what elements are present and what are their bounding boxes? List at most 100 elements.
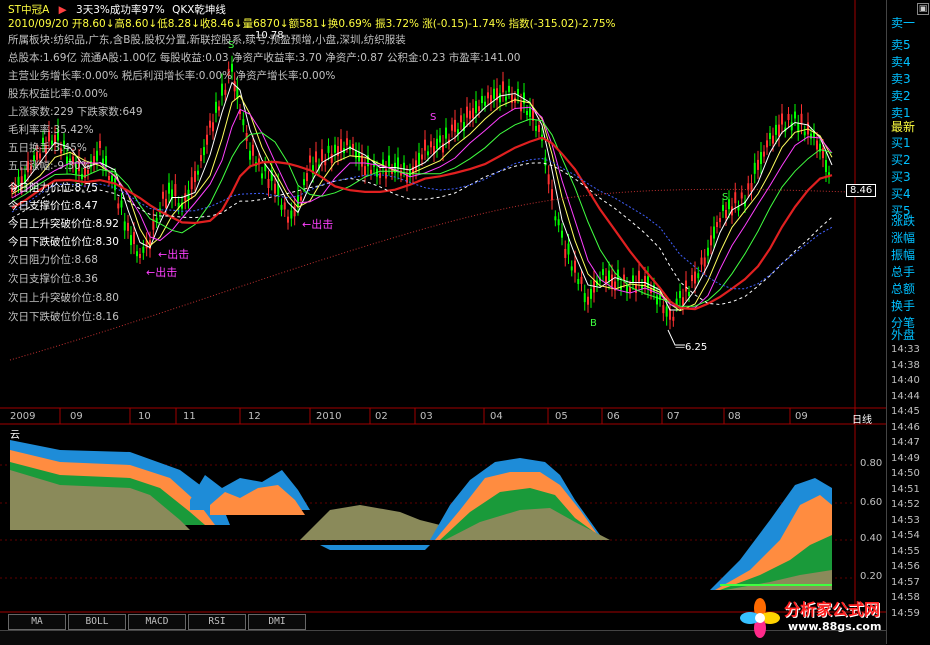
candle-body [364,166,366,176]
candle-body [261,173,263,179]
cloud-blue-small [320,545,430,550]
x-axis-label: 06 [607,411,620,422]
candle-body [481,96,483,104]
candle-body [623,274,625,281]
candle-body [108,176,110,181]
candle-body [303,179,305,186]
candle-body [580,276,583,284]
x-axis-label: 12 [248,411,261,422]
candle-body [564,248,567,258]
candle-body [209,120,211,128]
candle-body [379,173,381,179]
tick-time: 14:44 [891,390,920,402]
candle-body [632,275,634,283]
stock-name[interactable]: ST中冠A [8,4,49,16]
candle-body [570,266,573,271]
tab-ma[interactable]: MA [8,614,66,630]
candle-body [638,270,640,282]
candle-body [334,144,336,153]
sell-level: 卖5 [891,38,911,52]
period-label[interactable]: 日线 [852,411,872,426]
candle-body [487,92,489,99]
candle-body [478,106,480,112]
tick-time: 14:51 [891,483,920,495]
tab-macd[interactable]: MACD [128,614,186,630]
info-line: 所属板块:纺织品,广东,含B股,股权分置,新联控股系,续亏,预盈预增,小盘,深圳… [8,34,406,46]
candle-body [538,124,540,132]
x-axis-label: 04 [490,411,503,422]
candle-body [117,203,120,209]
candle-body [391,169,393,174]
candle-body [297,195,299,207]
main-chart-area[interactable]: ←出击 ←出击 ←出击 —10.78 —6.25 S S S B ST中冠A ▶ 3天3%成功率… [0,0,886,645]
subchart-title: 云 [10,430,20,441]
buy-level: 买4 [891,187,911,201]
candle-body [484,101,486,106]
candle-body [355,150,357,159]
tab-dmi[interactable]: DMI [248,614,306,630]
sell-1-header: 卖一 [891,16,916,30]
candle-body [567,243,570,255]
right-panel-close-icon[interactable]: ▣ [917,3,929,15]
candle-body [197,170,199,175]
candle-body [445,127,447,139]
candle-body [803,131,806,136]
stat-label: 换手 [891,299,916,313]
tick-time: 14:47 [891,437,920,448]
subchart-y-label: 0.40 [860,533,883,544]
info-line: 主营业务增长率:0.00% 税后利润增长率:0.00% 净资产增长率:0.00% [8,70,336,82]
buy-level: 买1 [891,136,911,150]
indicator-desc: 3天3%成功率97% [76,4,165,16]
candle-body [136,251,138,257]
candle-body [174,184,177,197]
sell-level: 卖4 [891,55,911,69]
candle-body [215,101,217,113]
candle-body [421,154,423,160]
candle-body [825,160,827,173]
ma-line-dashed-blue [11,157,833,290]
stat-label: 总手 [891,265,916,279]
candle-body [242,119,245,126]
candle-body [206,134,208,145]
x-axis-label: 11 [183,411,196,422]
x-axis-label: 09 [70,411,83,422]
candle-body [526,110,528,115]
tab-rsi[interactable]: RSI [188,614,246,630]
stat-label: 振幅 [891,248,916,262]
candle-body [672,316,675,321]
logo-url[interactable]: www.88gs.com [788,620,881,633]
title-bar: ST中冠A ▶ 3天3%成功率97% QKX乾坤线 [8,2,226,17]
candle-body [454,119,456,132]
candle-body [787,113,790,120]
candle-body [39,153,41,159]
candle-body [685,280,687,292]
exit-signal-label: ←出击 [146,265,177,279]
candle-body [675,298,678,305]
candle-body [184,193,187,202]
candle-body [502,81,504,93]
candle-body [370,169,372,174]
candle-body [469,110,471,119]
subchart-y-label: 0.80 [860,458,883,469]
candle-body [81,173,83,179]
info-line: 毛利率率:35.42% [8,124,94,136]
candle-body [662,305,665,314]
expand-arrow-icon[interactable]: ▶ [59,4,67,16]
sell-level: 卖3 [891,72,911,86]
stat-label: 总额 [891,282,916,296]
candle-body [194,171,196,183]
tick-time: 14:38 [891,359,920,371]
candle-body [212,122,214,132]
candle-body [734,192,737,204]
candle-body [139,254,141,259]
candle-body [583,293,586,303]
tick-time: 14:52 [891,499,920,510]
candle-body [656,295,658,305]
x-axis-label: 2010 [316,411,342,422]
candle-body [120,200,123,208]
candle-body [557,219,560,226]
tick-time: 14:54 [891,530,920,541]
candle-body [757,159,759,170]
candle-body [725,209,727,218]
tab-boll[interactable]: BOLL [68,614,126,630]
